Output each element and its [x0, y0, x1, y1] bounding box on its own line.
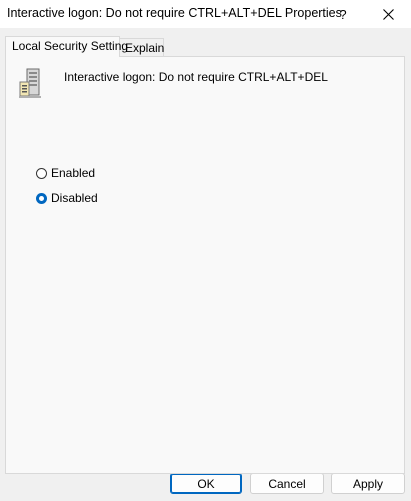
disabled-radio[interactable] [36, 192, 47, 204]
apply-label: Apply [352, 476, 384, 491]
dialog-body: Local Security Setting Explain Interacti… [0, 28, 411, 501]
ok-label: OK [197, 476, 215, 491]
close-button[interactable] [368, 0, 408, 28]
disabled-label: Disabled [51, 191, 98, 205]
server-policy-icon [19, 68, 41, 98]
cancel-label: Cancel [268, 476, 306, 491]
radio-dot [39, 195, 44, 201]
ok-button[interactable]: OK [170, 473, 242, 494]
tab-panel: Interactive logon: Do not require CTRL+A… [5, 56, 405, 474]
enabled-radio[interactable] [36, 167, 47, 179]
cancel-button[interactable]: Cancel [250, 473, 324, 494]
policy-name: Interactive logon: Do not require CTRL+A… [64, 70, 328, 84]
window-title: Interactive logon: Do not require CTRL+A… [7, 6, 342, 20]
tab-label: Explain [125, 41, 165, 55]
title-bar: Interactive logon: Do not require CTRL+A… [0, 0, 411, 28]
tab-label: Local Security Setting [12, 39, 129, 53]
tab-local-security-setting[interactable]: Local Security Setting [5, 36, 128, 57]
help-label: ? [339, 6, 347, 22]
close-icon [382, 8, 394, 20]
help-button[interactable]: ? [326, 0, 360, 28]
option-enabled[interactable]: Enabled [36, 166, 95, 180]
enabled-label: Enabled [51, 166, 96, 180]
apply-button[interactable]: Apply [331, 473, 405, 494]
option-disabled[interactable]: Disabled [36, 191, 98, 205]
